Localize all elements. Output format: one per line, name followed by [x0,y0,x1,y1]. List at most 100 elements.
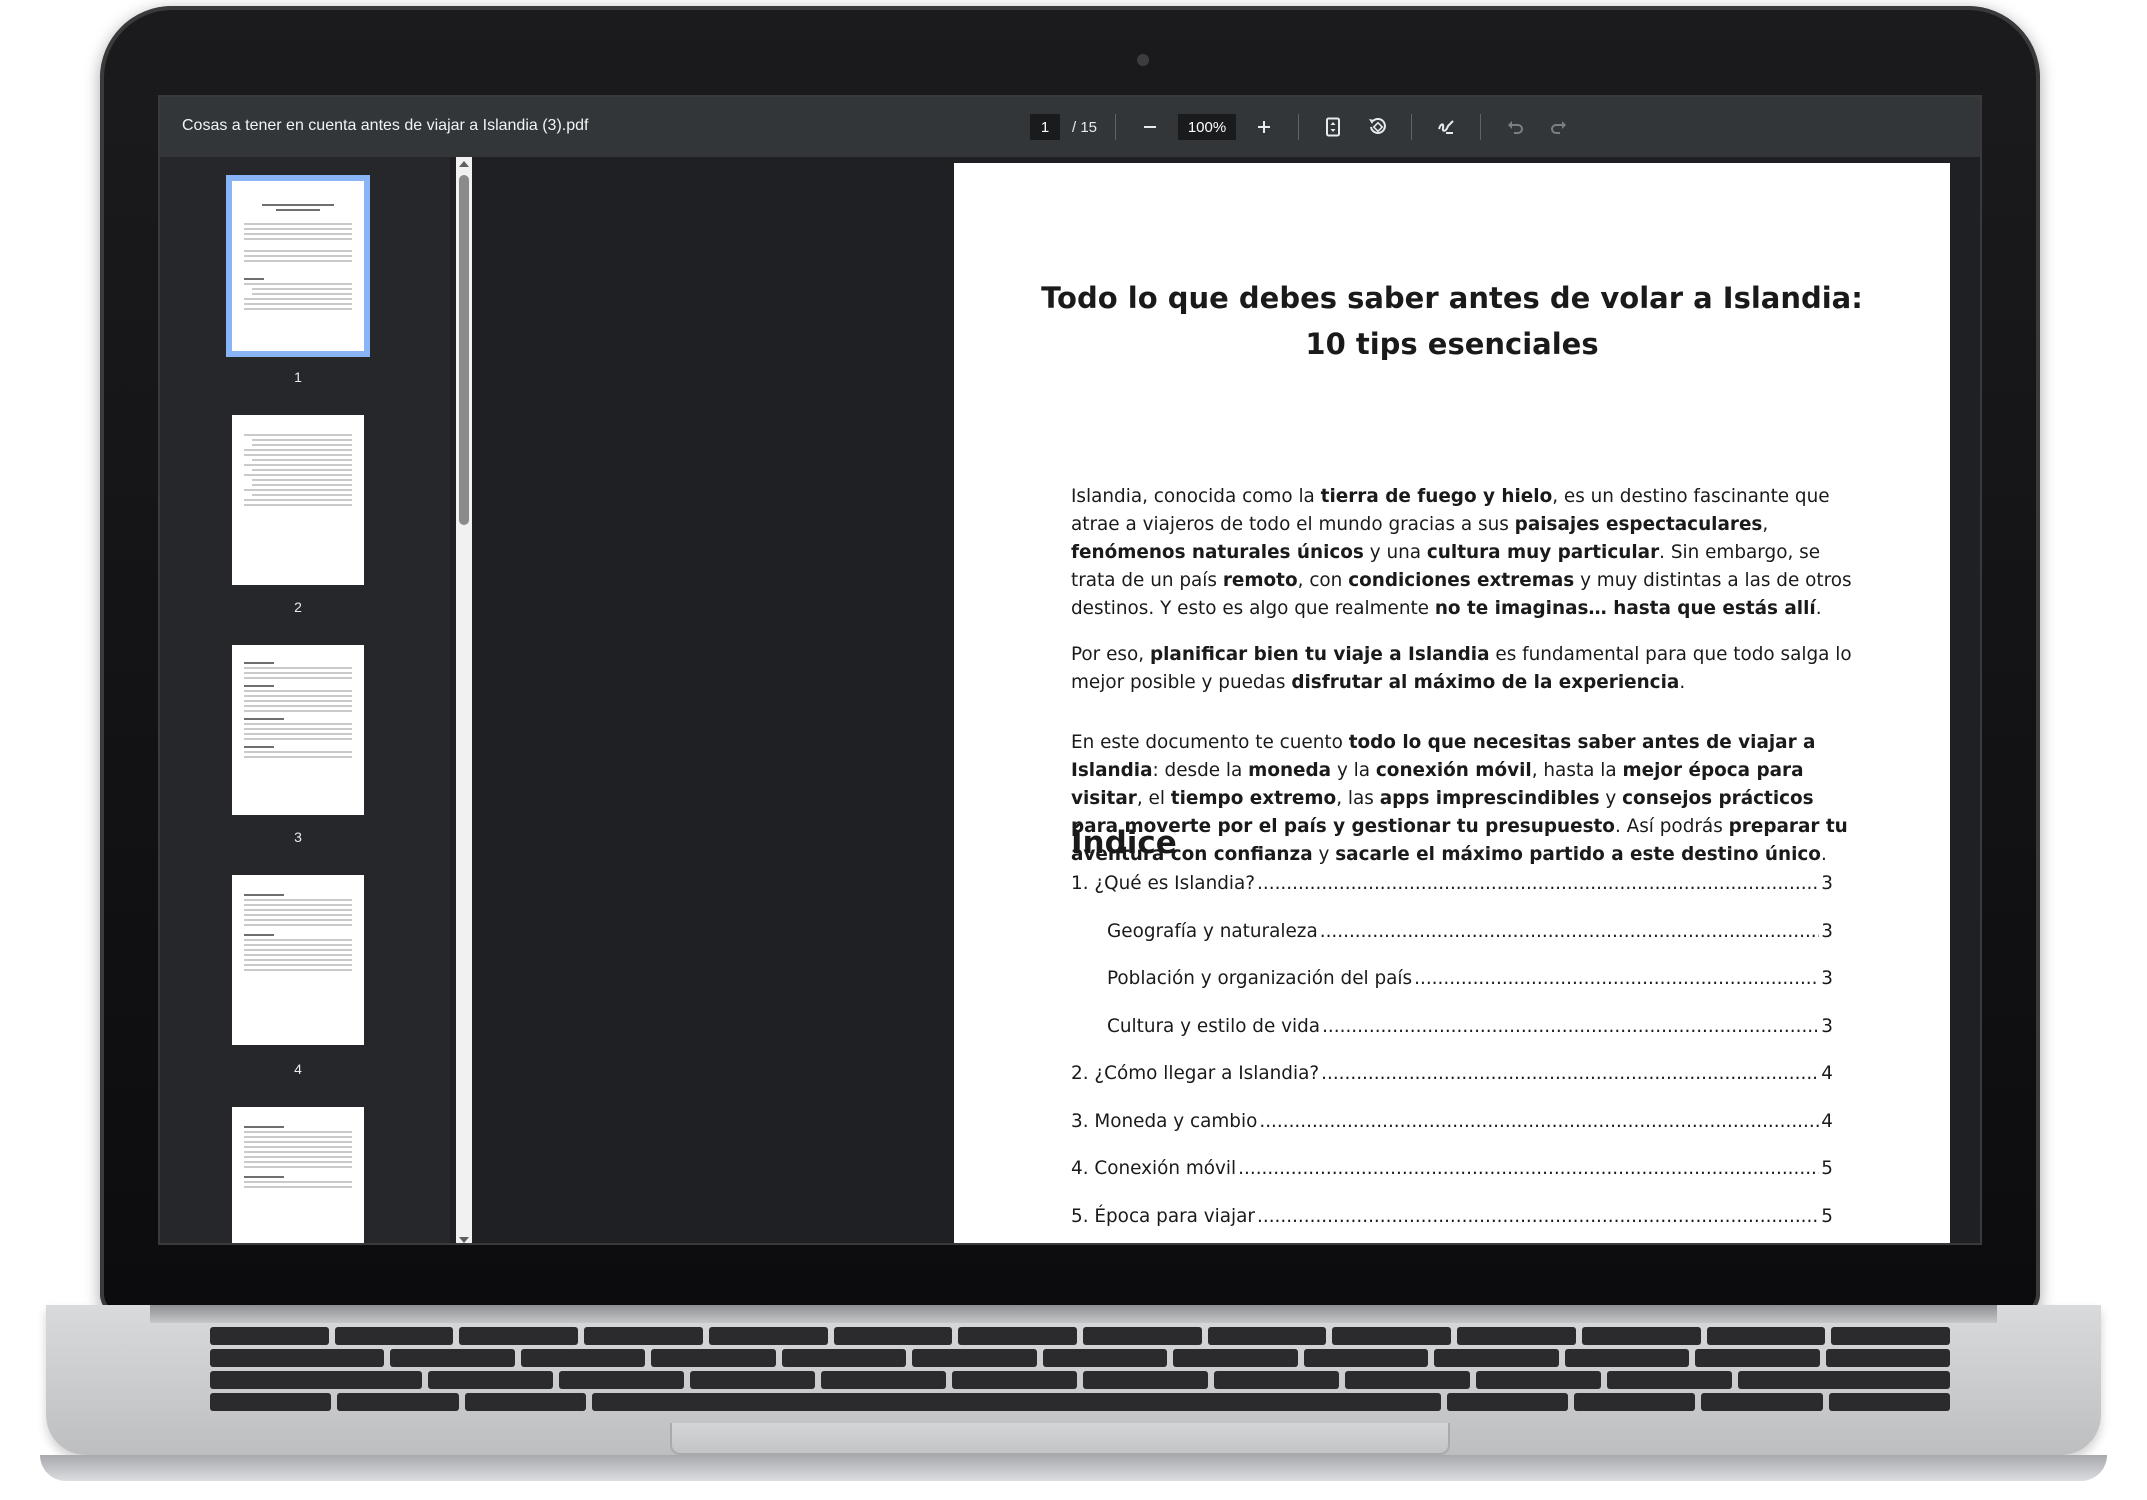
toc-entry[interactable]: 2. ¿Cómo llegar a Islandia? 4 [1071,1063,1833,1084]
text-run: . [1679,672,1686,693]
toolbar-controls: / 15 [1030,109,1575,145]
toc-entry-page: 3 [1821,873,1833,894]
toc-entry-label: Población y organización del país [1107,968,1413,989]
bold-text-run: apps imprescindibles [1379,788,1600,809]
text-run: , con [1297,570,1349,591]
title-line-1: Todo lo que debes saber antes de volar a… [1041,281,1863,315]
text-run: . [1820,844,1827,865]
text-run: En este documento te cuento [1071,732,1349,753]
laptop-photo: Cosas a tener en cuenta antes de viajar … [0,0,2147,1500]
keyboard [210,1327,1951,1419]
thumbnail-page-3[interactable] [232,645,364,815]
laptop-base [0,1305,2147,1500]
toc-leader-dots [1414,968,1819,989]
toolbar-divider [1298,114,1300,140]
toc-leader-dots [1322,1016,1819,1037]
toc-entry-label: Geografía y naturaleza [1107,920,1318,942]
plus-icon [1258,121,1271,133]
toc-entry[interactable]: 1. ¿Qué es Islandia? 3 [1071,873,1833,894]
toc-entry-page: 5 [1821,1205,1833,1227]
toc-entry[interactable]: 3. Moneda y cambio 4 [1071,1111,1833,1132]
toc-entry-label: 2. ¿Cómo llegar a Islandia? [1071,1063,1320,1084]
bold-text-run: remoto [1222,570,1298,591]
bold-text-run: conexión móvil [1375,760,1532,781]
bold-text-run: tierra de fuego y hielo [1320,486,1553,507]
text-run: y [1599,788,1623,809]
scrollbar-thumb[interactable] [459,175,469,525]
draw-button[interactable] [1430,111,1462,143]
undo-button[interactable] [1499,111,1531,143]
bold-text-run: fenómenos naturales únicos [1071,542,1364,563]
thumbnail-label: 3 [294,829,302,845]
text-run: y una [1363,542,1427,563]
text-run: y [1312,844,1336,865]
bold-text-run: disfrutar al máximo de la experiencia [1291,672,1680,693]
index-heading: Índice [1071,825,1177,861]
toc-entry[interactable]: Población y organización del país 3 [1107,968,1833,989]
text-run: Por eso, [1071,644,1150,665]
toc-entry-page: 4 [1821,1110,1833,1132]
text-run: , el [1136,788,1171,809]
toolbar-divider [1480,114,1482,140]
bold-text-run: planificar bien tu viaje a Islandia [1149,644,1490,665]
toc-leader-dots [1321,1063,1819,1084]
toc-entry[interactable]: 4. Conexión móvil 5 [1071,1158,1833,1179]
thumbnail-page-5[interactable] [232,1107,364,1243]
draw-icon [1438,120,1454,134]
bold-text-run: tiempo extremo [1170,788,1337,809]
toc-leader-dots [1238,1158,1819,1179]
text-run: , hasta la [1531,760,1623,781]
thumbnail-page-1[interactable] [226,175,370,357]
fit-page-icon [1326,117,1341,137]
scroll-down-icon[interactable] [459,1237,469,1243]
page-number-input[interactable] [1030,114,1060,140]
zoom-input[interactable] [1178,114,1237,140]
thumbnail-label: 4 [294,1061,302,1077]
thumbnail-page-4[interactable] [232,875,364,1045]
zoom-out-button[interactable] [1134,111,1166,143]
toc-entry[interactable]: 5. Época para viajar 5 [1071,1206,1833,1227]
bold-text-run: sacarle el máximo partido a este destino… [1335,844,1821,865]
text-run: , las [1336,788,1380,809]
thumbnail-label: 2 [294,599,302,615]
toc-entry[interactable]: Geografía y naturaleza 3 [1107,921,1833,942]
intro-paragraph-3: En este documento te cuento todo lo que … [1071,729,1861,869]
text-run: y la [1331,760,1376,781]
toc-entry-label: 4. Conexión móvil [1071,1158,1237,1179]
pdf-toolbar: Cosas a tener en cuenta antes de viajar … [160,97,1980,157]
toc-entry-page: 3 [1821,1015,1833,1037]
toc-leader-dots [1257,1206,1819,1227]
toc-entry-page: 4 [1821,1063,1833,1084]
thumbnail-page-2[interactable] [232,415,364,585]
intro-paragraph-2: Por eso, planificar bien tu viaje a Isla… [1071,641,1861,697]
rotate-icon [1369,118,1386,134]
zoom-in-button[interactable] [1248,111,1280,143]
toc-leader-dots [1320,921,1820,942]
toc-entry-page: 5 [1821,1158,1833,1179]
laptop-bottom-edge [40,1455,2107,1481]
trackpad [670,1423,1450,1455]
toc-entry[interactable]: Cultura y estilo de vida 3 [1107,1016,1833,1037]
bold-text-run: condiciones extremas [1348,570,1575,591]
text-run: . [1815,598,1822,619]
text-run: , [1762,514,1769,535]
pdf-viewer-window: Cosas a tener en cuenta antes de viajar … [158,95,1982,1245]
toolbar-divider [1115,114,1117,140]
text-run: Islandia, conocida como la [1071,486,1321,507]
toc-entry-label: 1. ¿Qué es Islandia? [1071,873,1256,894]
bold-text-run: moneda [1248,760,1332,781]
sidebar-scrollbar[interactable] [456,157,472,1243]
bold-text-run: no te imaginas… hasta que estás allí [1434,598,1816,619]
title-line-2: 10 tips esenciales [1305,327,1599,361]
fit-page-button[interactable] [1317,111,1349,143]
document-title: Cosas a tener en cuenta antes de viajar … [182,117,589,134]
bold-text-run: cultura muy particular [1426,542,1660,563]
rotate-button[interactable] [1361,111,1393,143]
redo-button[interactable] [1543,111,1575,143]
toc-entry-label: 5. Época para viajar [1071,1205,1255,1227]
scroll-up-icon[interactable] [459,161,469,167]
toc-entry-label: 3. Moneda y cambio [1071,1110,1258,1132]
thumbnail-sidebar: 1 2 3 4 [160,157,450,1243]
document-title-heading: Todo lo que debes saber antes de volar a… [1014,275,1890,367]
intro-paragraph-1: Islandia, conocida como la tierra de fue… [1071,483,1861,623]
